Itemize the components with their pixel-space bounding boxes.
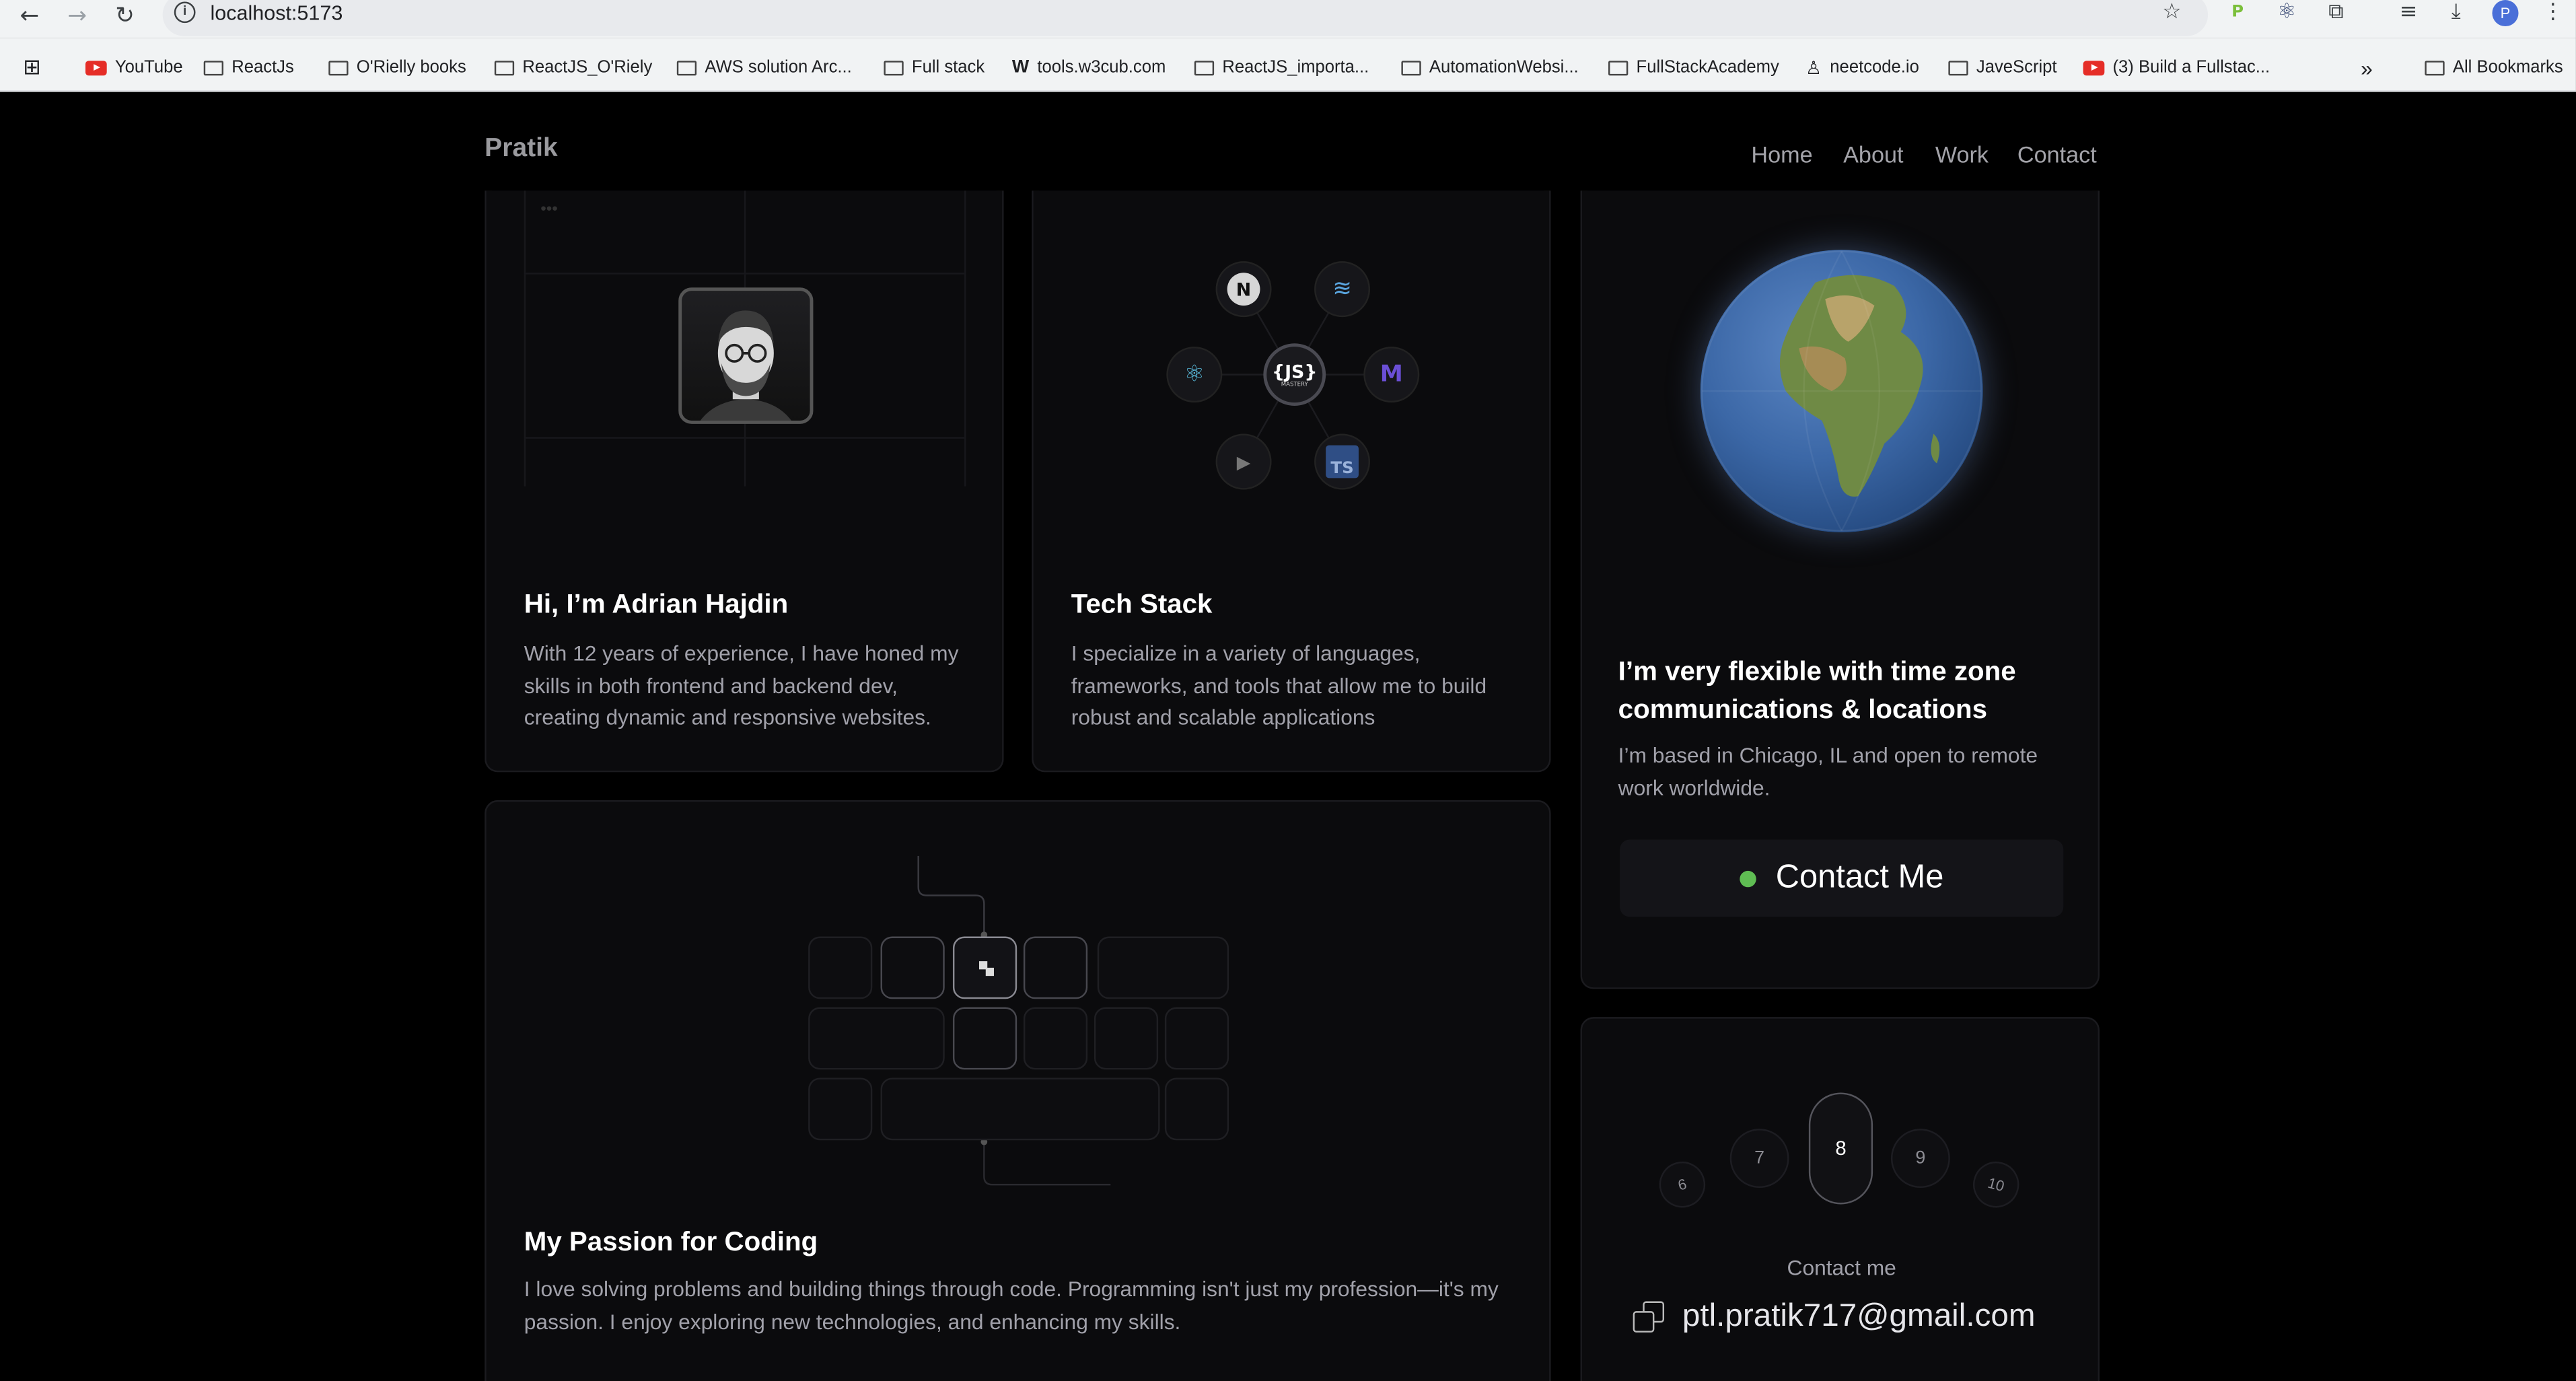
copy-icon[interactable] <box>1633 1300 1666 1333</box>
globe[interactable] <box>1700 250 1983 532</box>
folder-icon <box>2425 60 2445 75</box>
intro-card: ••• Hi, I’m Adrian Hajdin With 12 years … <box>485 190 1004 773</box>
bookmark-w3cub[interactable]: Wtools.w3cub.com <box>1012 56 1166 79</box>
youtube-icon <box>85 60 107 75</box>
youtube-icon <box>2083 60 2105 75</box>
folder-icon <box>676 60 697 75</box>
media-queue-icon[interactable]: ≡ <box>2395 0 2421 26</box>
dial-number[interactable]: 7 <box>1729 1129 1789 1189</box>
intro-title: Hi, I’m Adrian Hajdin <box>524 590 789 620</box>
location-title: I’m very flexible with time zone communi… <box>1618 657 2016 725</box>
bookmark-orielly-books[interactable]: O'Rielly books <box>328 56 466 79</box>
keyboard-key-active <box>952 936 1017 999</box>
bookmark-reactjs-importa[interactable]: ReactJS_importa... <box>1194 56 1369 79</box>
keyboard-key <box>808 1007 945 1070</box>
tech-stack-card: N ≋ ⚛ {JS} MASTERY M ▶ TS Tech Stack I s… <box>1032 190 1551 773</box>
react-devtools-icon[interactable]: ⚛ <box>2274 0 2300 26</box>
contact-label: Contact me <box>1787 1255 1896 1280</box>
location-card: I’m very flexible with time zone communi… <box>1580 190 2100 989</box>
address-bar[interactable] <box>162 0 2209 36</box>
bookmark-javescript[interactable]: JaveScript <box>1948 56 2057 79</box>
email-copy[interactable]: ptl.pratik717@gmail.com <box>1633 1298 2036 1336</box>
jsmastery-icon: {JS} MASTERY <box>1263 343 1326 406</box>
download-icon[interactable]: ⤓ <box>2443 0 2469 26</box>
threejs-icon: ▶ <box>1215 433 1272 490</box>
bookmark-youtube[interactable]: YouTube <box>85 56 183 79</box>
bookmark-aws[interactable]: AWS solution Arc... <box>676 56 852 79</box>
contact-card: 6 7 8 9 10 Contact me ptl.pratik717@gmai… <box>1580 1017 2100 1381</box>
folder-icon <box>1194 60 1215 75</box>
folder-icon <box>884 60 904 75</box>
keyboard-key <box>1164 1077 1229 1141</box>
folder-icon <box>203 60 224 75</box>
site-info-icon[interactable]: i <box>174 1 196 24</box>
nav-home[interactable]: Home <box>1751 141 1812 168</box>
bookmark-full-stack[interactable]: Full stack <box>884 56 985 79</box>
dial-number-selected[interactable]: 8 <box>1808 1092 1873 1205</box>
folder-icon <box>494 60 515 75</box>
keyboard-key <box>880 1077 1160 1141</box>
folder-icon <box>1401 60 1421 75</box>
tailwind-icon: ≋ <box>1314 261 1371 318</box>
url-text[interactable]: localhost:5173 <box>210 1 343 24</box>
bookmark-neetcode[interactable]: ♙ neetcode.io <box>1805 56 1919 79</box>
keyboard-key <box>880 936 945 999</box>
site-logo[interactable]: Pratik <box>485 135 558 164</box>
avatar <box>678 287 814 424</box>
nav-about[interactable]: About <box>1843 141 1903 168</box>
passion-text: I love solving problems and building thi… <box>524 1276 1499 1334</box>
keyboard-key <box>952 1007 1017 1070</box>
bookmark-reactjs-oriely[interactable]: ReactJS_O'Riely <box>494 56 652 79</box>
nextjs-icon: N <box>1215 261 1272 318</box>
bookmark-reactjs[interactable]: ReactJs <box>203 56 294 79</box>
bookmarks-bar: ⊞ YouTube ReactJs O'Rielly books ReactJS… <box>0 38 2576 92</box>
intro-text: With 12 years of experience, I have hone… <box>524 641 959 730</box>
dial-number[interactable]: 9 <box>1890 1129 1950 1189</box>
dots-decoration: ••• <box>540 200 558 219</box>
w3cub-icon: W <box>1011 57 1030 77</box>
reload-icon[interactable]: ↻ <box>110 1 140 31</box>
profile-avatar[interactable]: P <box>2492 0 2519 27</box>
nav-work[interactable]: Work <box>1935 141 1989 168</box>
bookmarks-overflow-icon[interactable]: » <box>2361 55 2373 80</box>
tech-text: I specialize in a variety of languages, … <box>1071 641 1487 730</box>
bookmark-build-fullstack[interactable]: (3) Build a Fullstac... <box>2083 56 2270 79</box>
keyboard-key <box>808 936 873 999</box>
keyboard-key <box>1164 1007 1229 1070</box>
extensions-puzzle-icon[interactable]: ⧉ <box>2323 0 2349 26</box>
contact-me-button[interactable]: Contact Me <box>1620 839 2064 917</box>
all-bookmarks[interactable]: All Bookmarks <box>2425 56 2563 79</box>
forward-arrow-icon[interactable]: → <box>63 1 92 31</box>
keyboard-key <box>1097 936 1229 999</box>
bookmark-fullstackacademy[interactable]: FullStackAcademy <box>1608 56 1779 79</box>
back-arrow-icon[interactable]: ← <box>15 1 44 31</box>
typescript-icon: TS <box>1314 433 1371 490</box>
more-menu-icon[interactable]: ⋮ <box>2540 0 2566 26</box>
browser-toolbar: ← → ↻ i localhost:5173 ☆ P ⚛ ⧉ ≡ ⤓ P ⋮ <box>0 0 2576 38</box>
nav-contact[interactable]: Contact <box>2017 141 2097 168</box>
portfolio-page: Pratik Home About Work Contact ••• Hi, I… <box>0 92 2576 1381</box>
folder-icon <box>1948 60 1968 75</box>
location-text: I’m based in Chicago, IL and open to rem… <box>1618 742 2038 800</box>
keyboard-key <box>1023 936 1088 999</box>
email-address[interactable]: ptl.pratik717@gmail.com <box>1682 1298 2036 1336</box>
tech-title: Tech Stack <box>1071 590 1213 620</box>
keyboard-key <box>1094 1007 1159 1070</box>
keyboard-key <box>1023 1007 1088 1070</box>
folder-icon <box>328 60 349 75</box>
dial-number[interactable]: 6 <box>1654 1156 1711 1213</box>
bookmark-automationwebsi[interactable]: AutomationWebsi... <box>1401 56 1579 79</box>
motion-icon: M <box>1363 347 1420 403</box>
passion-title: My Passion for Coding <box>524 1227 818 1257</box>
status-dot-icon <box>1739 870 1756 887</box>
keyboard-key <box>808 1077 873 1141</box>
react-icon: ⚛ <box>1166 347 1223 403</box>
extension-p-icon[interactable]: P <box>2225 0 2251 26</box>
neetcode-icon: ♙ <box>1805 58 1822 78</box>
bookmark-star-icon[interactable]: ☆ <box>2159 0 2185 26</box>
folder-icon <box>1608 60 1629 75</box>
apps-grid-icon[interactable]: ⊞ <box>23 55 41 79</box>
dial-number[interactable]: 10 <box>1968 1156 2025 1213</box>
passion-card: My Passion for Coding I love solving pro… <box>485 800 1551 1381</box>
